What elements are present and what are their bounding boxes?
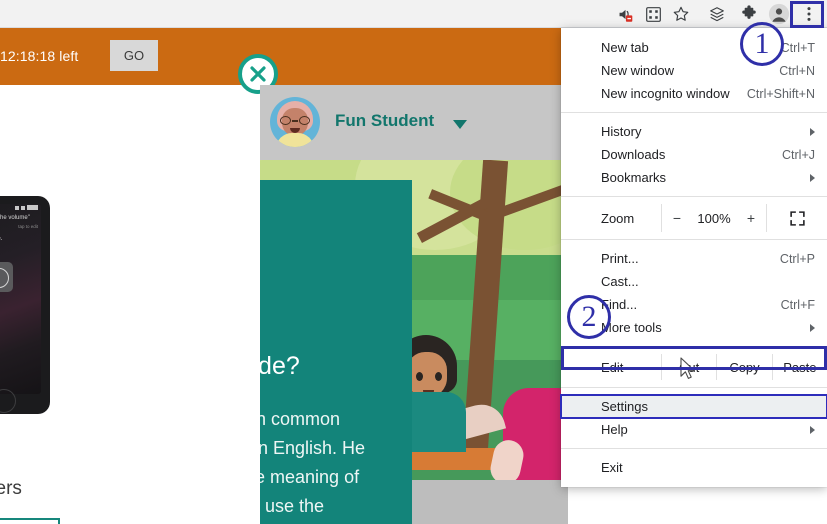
fullscreen-button[interactable]	[766, 204, 827, 232]
promo-banner: 12:18:18 left GO	[0, 28, 568, 85]
lesson-card-footer	[412, 480, 568, 524]
chevron-right-icon	[810, 425, 815, 434]
menu-item-label: New window	[601, 63, 674, 78]
menu-item-shortcut: Ctrl+Shift+N	[746, 86, 815, 101]
menu-item-new-tab[interactable]: New tab Ctrl+T	[561, 36, 827, 59]
glasses-icon	[280, 116, 310, 125]
lesson-body-text: arn common s in English. He the meaning …	[260, 405, 426, 524]
menu-item-new-window[interactable]: New window Ctrl+N	[561, 59, 827, 82]
menu-item-new-incognito-window[interactable]: New incognito window Ctrl+Shift+N	[561, 82, 827, 105]
annotation-box-menu-icon	[790, 1, 824, 28]
menu-item-label: Find...	[601, 297, 638, 312]
lesson-body-line: arn common	[260, 409, 341, 429]
menu-item-label: New incognito window	[601, 86, 730, 101]
chevron-down-icon[interactable]	[453, 120, 467, 129]
zoom-controls: − 100% +	[661, 204, 766, 232]
annotation-marker-1: 1	[740, 22, 784, 66]
menu-item-label: Settings	[601, 399, 648, 414]
promo-timer-text: 12:18:18 left	[0, 48, 79, 64]
settings-menu-item[interactable]: Settings	[560, 394, 827, 419]
screenshot-root: 12:18:18 left GO rn up the volume" tap t…	[0, 0, 827, 524]
menu-item-cast[interactable]: Cast...	[561, 270, 827, 293]
phone-caption-line3: olume.	[0, 235, 3, 242]
menu-item-exit[interactable]: Exit	[561, 456, 827, 479]
menu-item-label: History	[601, 124, 642, 139]
menu-item-history[interactable]: History	[561, 120, 827, 143]
lesson-body-line: the meaning of	[260, 467, 360, 487]
avatar	[270, 97, 320, 147]
menu-item-label: More tools	[601, 320, 662, 335]
menu-item-shortcut: Ctrl+T	[780, 40, 815, 55]
annotation-box-settings	[561, 346, 827, 370]
tab-group-icon[interactable]	[703, 0, 731, 28]
annotation-marker-2: 2	[567, 295, 611, 339]
menu-separator	[561, 387, 827, 388]
menu-item-shortcut: Ctrl+F	[780, 297, 815, 312]
lesson-text-panel: side? arn common s in English. He the me…	[260, 180, 412, 524]
close-x-icon	[250, 66, 266, 82]
lesson-body-line: nd use the	[260, 496, 325, 516]
zoom-level-value: 100%	[697, 210, 731, 226]
menu-item-label: Print...	[601, 251, 639, 266]
phone-mockup-image: rn up the volume" tap to edit olume.	[0, 196, 50, 414]
chrome-main-menu: New tab Ctrl+T New window Ctrl+N New inc…	[560, 28, 827, 487]
zoom-label: Zoom	[601, 210, 635, 226]
menu-separator	[561, 239, 827, 240]
phone-status-bar	[15, 205, 38, 210]
browser-toolbar	[0, 0, 827, 28]
menu-item-label: Exit	[601, 460, 623, 475]
menu-separator	[561, 196, 827, 197]
bookmark-star-icon[interactable]	[667, 0, 695, 28]
menu-item-label: Bookmarks	[601, 170, 667, 185]
media-mute-icon[interactable]	[611, 0, 639, 28]
menu-item-label: Downloads	[601, 147, 666, 162]
zoom-out-button[interactable]: −	[662, 210, 692, 226]
menu-item-shortcut: Ctrl+J	[782, 147, 815, 162]
lesson-body-line: s in English. He	[260, 438, 366, 458]
chevron-right-icon	[810, 173, 815, 182]
promo-go-button[interactable]: GO	[110, 40, 158, 71]
menu-item-shortcut: Ctrl+N	[779, 63, 815, 78]
phone-screen: rn up the volume" tap to edit olume.	[0, 204, 41, 394]
qr-code-icon[interactable]	[639, 0, 667, 28]
zoom-in-button[interactable]: +	[736, 210, 766, 226]
menu-separator	[561, 448, 827, 449]
menu-item-label: Cast...	[601, 274, 639, 289]
fullscreen-icon	[789, 210, 805, 226]
chevron-right-icon	[810, 127, 815, 136]
chevron-right-icon	[810, 323, 815, 332]
lesson-title: side?	[260, 352, 300, 380]
lesson-card-header: Fun Student	[260, 85, 568, 160]
left-outlined-box	[0, 518, 60, 524]
phone-caption-line1: rn up the volume"	[0, 215, 30, 221]
left-text-fragment: kers	[0, 478, 22, 499]
menu-item-downloads[interactable]: Downloads Ctrl+J	[561, 143, 827, 166]
menu-item-shortcut: Ctrl+P	[779, 251, 815, 266]
phone-caption-line2: tap to edit	[18, 224, 38, 229]
menu-item-print[interactable]: Print... Ctrl+P	[561, 247, 827, 270]
student-name-label[interactable]: Fun Student	[335, 111, 434, 131]
menu-zoom-row: Zoom − 100% +	[561, 204, 827, 232]
menu-item-label: Help	[601, 422, 628, 437]
phone-volume-knob-icon	[0, 262, 13, 292]
lesson-card: Fun Student de? n common n English. He e…	[260, 85, 568, 524]
menu-separator	[561, 112, 827, 113]
menu-item-bookmarks[interactable]: Bookmarks	[561, 166, 827, 189]
menu-item-help[interactable]: Help	[561, 418, 827, 441]
